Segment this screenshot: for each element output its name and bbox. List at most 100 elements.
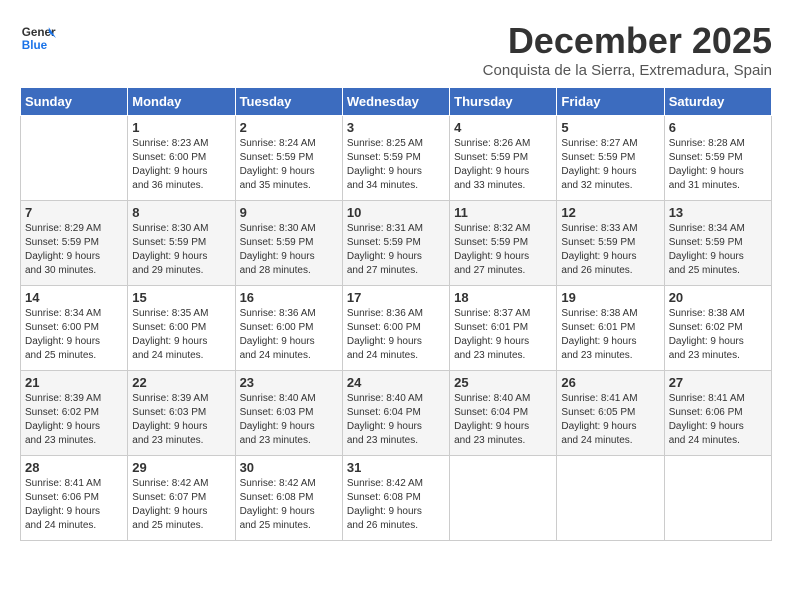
- day-info: Sunrise: 8:39 AM Sunset: 6:03 PM Dayligh…: [132, 392, 230, 448]
- calendar-cell: 24 Sunrise: 8:40 AM Sunset: 6:04 PM Dayli…: [342, 371, 449, 456]
- calendar-week-row: 1 Sunrise: 8:23 AM Sunset: 6:00 PM Daylig…: [21, 116, 772, 201]
- day-info: Sunrise: 8:25 AM Sunset: 5:59 PM Dayligh…: [347, 137, 445, 193]
- day-number: 12: [561, 205, 659, 220]
- calendar-cell: 17 Sunrise: 8:36 AM Sunset: 6:00 PM Dayli…: [342, 286, 449, 371]
- svg-text:Blue: Blue: [22, 39, 48, 52]
- header-thursday: Thursday: [450, 88, 557, 116]
- calendar-cell: 8 Sunrise: 8:30 AM Sunset: 5:59 PM Daylig…: [128, 201, 235, 286]
- day-info: Sunrise: 8:29 AM Sunset: 5:59 PM Dayligh…: [25, 222, 123, 278]
- day-number: 23: [240, 375, 338, 390]
- day-info: Sunrise: 8:41 AM Sunset: 6:06 PM Dayligh…: [669, 392, 767, 448]
- header-monday: Monday: [128, 88, 235, 116]
- day-number: 25: [454, 375, 552, 390]
- day-info: Sunrise: 8:24 AM Sunset: 5:59 PM Dayligh…: [240, 137, 338, 193]
- calendar-week-row: 28 Sunrise: 8:41 AM Sunset: 6:06 PM Dayli…: [21, 456, 772, 541]
- calendar-cell: [21, 116, 128, 201]
- calendar-cell: 25 Sunrise: 8:40 AM Sunset: 6:04 PM Dayli…: [450, 371, 557, 456]
- day-number: 18: [454, 290, 552, 305]
- day-number: 31: [347, 460, 445, 475]
- day-info: Sunrise: 8:40 AM Sunset: 6:04 PM Dayligh…: [454, 392, 552, 448]
- header-wednesday: Wednesday: [342, 88, 449, 116]
- day-info: Sunrise: 8:38 AM Sunset: 6:01 PM Dayligh…: [561, 307, 659, 363]
- day-info: Sunrise: 8:23 AM Sunset: 6:00 PM Dayligh…: [132, 137, 230, 193]
- calendar-cell: [557, 456, 664, 541]
- day-info: Sunrise: 8:30 AM Sunset: 5:59 PM Dayligh…: [240, 222, 338, 278]
- calendar-cell: [450, 456, 557, 541]
- day-info: Sunrise: 8:31 AM Sunset: 5:59 PM Dayligh…: [347, 222, 445, 278]
- day-number: 3: [347, 120, 445, 135]
- day-info: Sunrise: 8:41 AM Sunset: 6:05 PM Dayligh…: [561, 392, 659, 448]
- day-number: 30: [240, 460, 338, 475]
- day-info: Sunrise: 8:32 AM Sunset: 5:59 PM Dayligh…: [454, 222, 552, 278]
- calendar-cell: 19 Sunrise: 8:38 AM Sunset: 6:01 PM Dayli…: [557, 286, 664, 371]
- title-block: December 2025 Conquista de la Sierra, Ex…: [483, 20, 772, 79]
- day-number: 10: [347, 205, 445, 220]
- day-number: 6: [669, 120, 767, 135]
- day-info: Sunrise: 8:37 AM Sunset: 6:01 PM Dayligh…: [454, 307, 552, 363]
- logo: General Blue: [20, 20, 56, 56]
- day-info: Sunrise: 8:28 AM Sunset: 5:59 PM Dayligh…: [669, 137, 767, 193]
- logo-icon: General Blue: [20, 20, 56, 56]
- calendar-cell: 12 Sunrise: 8:33 AM Sunset: 5:59 PM Dayli…: [557, 201, 664, 286]
- calendar-cell: 21Sunrise: 8:39 AM Sunset: 6:02 PM Dayli…: [21, 371, 128, 456]
- day-number: 15: [132, 290, 230, 305]
- day-info: Sunrise: 8:39 AM Sunset: 6:02 PM Dayligh…: [25, 392, 123, 448]
- day-number: 19: [561, 290, 659, 305]
- calendar-cell: 30 Sunrise: 8:42 AM Sunset: 6:08 PM Dayli…: [235, 456, 342, 541]
- calendar-cell: 11Sunrise: 8:32 AM Sunset: 5:59 PM Dayli…: [450, 201, 557, 286]
- day-info: Sunrise: 8:36 AM Sunset: 6:00 PM Dayligh…: [240, 307, 338, 363]
- day-number: 7: [25, 205, 123, 220]
- day-info: Sunrise: 8:38 AM Sunset: 6:02 PM Dayligh…: [669, 307, 767, 363]
- calendar-cell: 29Sunrise: 8:42 AM Sunset: 6:07 PM Dayli…: [128, 456, 235, 541]
- day-info: Sunrise: 8:36 AM Sunset: 6:00 PM Dayligh…: [347, 307, 445, 363]
- day-number: 1: [132, 120, 230, 135]
- calendar-cell: 15Sunrise: 8:35 AM Sunset: 6:00 PM Dayli…: [128, 286, 235, 371]
- calendar-cell: 18 Sunrise: 8:37 AM Sunset: 6:01 PM Dayli…: [450, 286, 557, 371]
- day-info: Sunrise: 8:34 AM Sunset: 5:59 PM Dayligh…: [669, 222, 767, 278]
- day-info: Sunrise: 8:26 AM Sunset: 5:59 PM Dayligh…: [454, 137, 552, 193]
- day-number: 2: [240, 120, 338, 135]
- day-number: 14: [25, 290, 123, 305]
- day-info: Sunrise: 8:40 AM Sunset: 6:03 PM Dayligh…: [240, 392, 338, 448]
- day-number: 9: [240, 205, 338, 220]
- calendar-cell: 14 Sunrise: 8:34 AM Sunset: 6:00 PM Dayli…: [21, 286, 128, 371]
- calendar-cell: 3 Sunrise: 8:25 AM Sunset: 5:59 PM Daylig…: [342, 116, 449, 201]
- day-info: Sunrise: 8:40 AM Sunset: 6:04 PM Dayligh…: [347, 392, 445, 448]
- month-title: December 2025: [483, 20, 772, 62]
- day-number: 26: [561, 375, 659, 390]
- header-tuesday: Tuesday: [235, 88, 342, 116]
- day-number: 24: [347, 375, 445, 390]
- calendar-cell: 5Sunrise: 8:27 AM Sunset: 5:59 PM Daylig…: [557, 116, 664, 201]
- calendar-week-row: 14 Sunrise: 8:34 AM Sunset: 6:00 PM Dayli…: [21, 286, 772, 371]
- day-number: 20: [669, 290, 767, 305]
- day-info: Sunrise: 8:42 AM Sunset: 6:08 PM Dayligh…: [240, 477, 338, 533]
- header-saturday: Saturday: [664, 88, 771, 116]
- calendar-cell: 26 Sunrise: 8:41 AM Sunset: 6:05 PM Dayli…: [557, 371, 664, 456]
- day-info: Sunrise: 8:34 AM Sunset: 6:00 PM Dayligh…: [25, 307, 123, 363]
- day-number: 27: [669, 375, 767, 390]
- calendar-cell: 10 Sunrise: 8:31 AM Sunset: 5:59 PM Dayli…: [342, 201, 449, 286]
- day-info: Sunrise: 8:33 AM Sunset: 5:59 PM Dayligh…: [561, 222, 659, 278]
- day-number: 5: [561, 120, 659, 135]
- calendar-cell: [664, 456, 771, 541]
- day-number: 13: [669, 205, 767, 220]
- calendar-cell: 31 Sunrise: 8:42 AM Sunset: 6:08 PM Dayli…: [342, 456, 449, 541]
- calendar-cell: 2 Sunrise: 8:24 AM Sunset: 5:59 PM Daylig…: [235, 116, 342, 201]
- day-number: 22: [132, 375, 230, 390]
- calendar-week-row: 21Sunrise: 8:39 AM Sunset: 6:02 PM Dayli…: [21, 371, 772, 456]
- day-number: 4: [454, 120, 552, 135]
- day-info: Sunrise: 8:42 AM Sunset: 6:08 PM Dayligh…: [347, 477, 445, 533]
- calendar-cell: 9 Sunrise: 8:30 AM Sunset: 5:59 PM Daylig…: [235, 201, 342, 286]
- calendar-week-row: 7 Sunrise: 8:29 AM Sunset: 5:59 PM Daylig…: [21, 201, 772, 286]
- calendar-cell: 28 Sunrise: 8:41 AM Sunset: 6:06 PM Dayli…: [21, 456, 128, 541]
- calendar-header-row: SundayMondayTuesdayWednesdayThursdayFrid…: [21, 88, 772, 116]
- day-number: 28: [25, 460, 123, 475]
- day-info: Sunrise: 8:41 AM Sunset: 6:06 PM Dayligh…: [25, 477, 123, 533]
- day-number: 8: [132, 205, 230, 220]
- calendar-cell: 23 Sunrise: 8:40 AM Sunset: 6:03 PM Dayli…: [235, 371, 342, 456]
- day-number: 16: [240, 290, 338, 305]
- calendar-table: SundayMondayTuesdayWednesdayThursdayFrid…: [20, 87, 772, 541]
- day-info: Sunrise: 8:30 AM Sunset: 5:59 PM Dayligh…: [132, 222, 230, 278]
- calendar-cell: 7 Sunrise: 8:29 AM Sunset: 5:59 PM Daylig…: [21, 201, 128, 286]
- day-number: 17: [347, 290, 445, 305]
